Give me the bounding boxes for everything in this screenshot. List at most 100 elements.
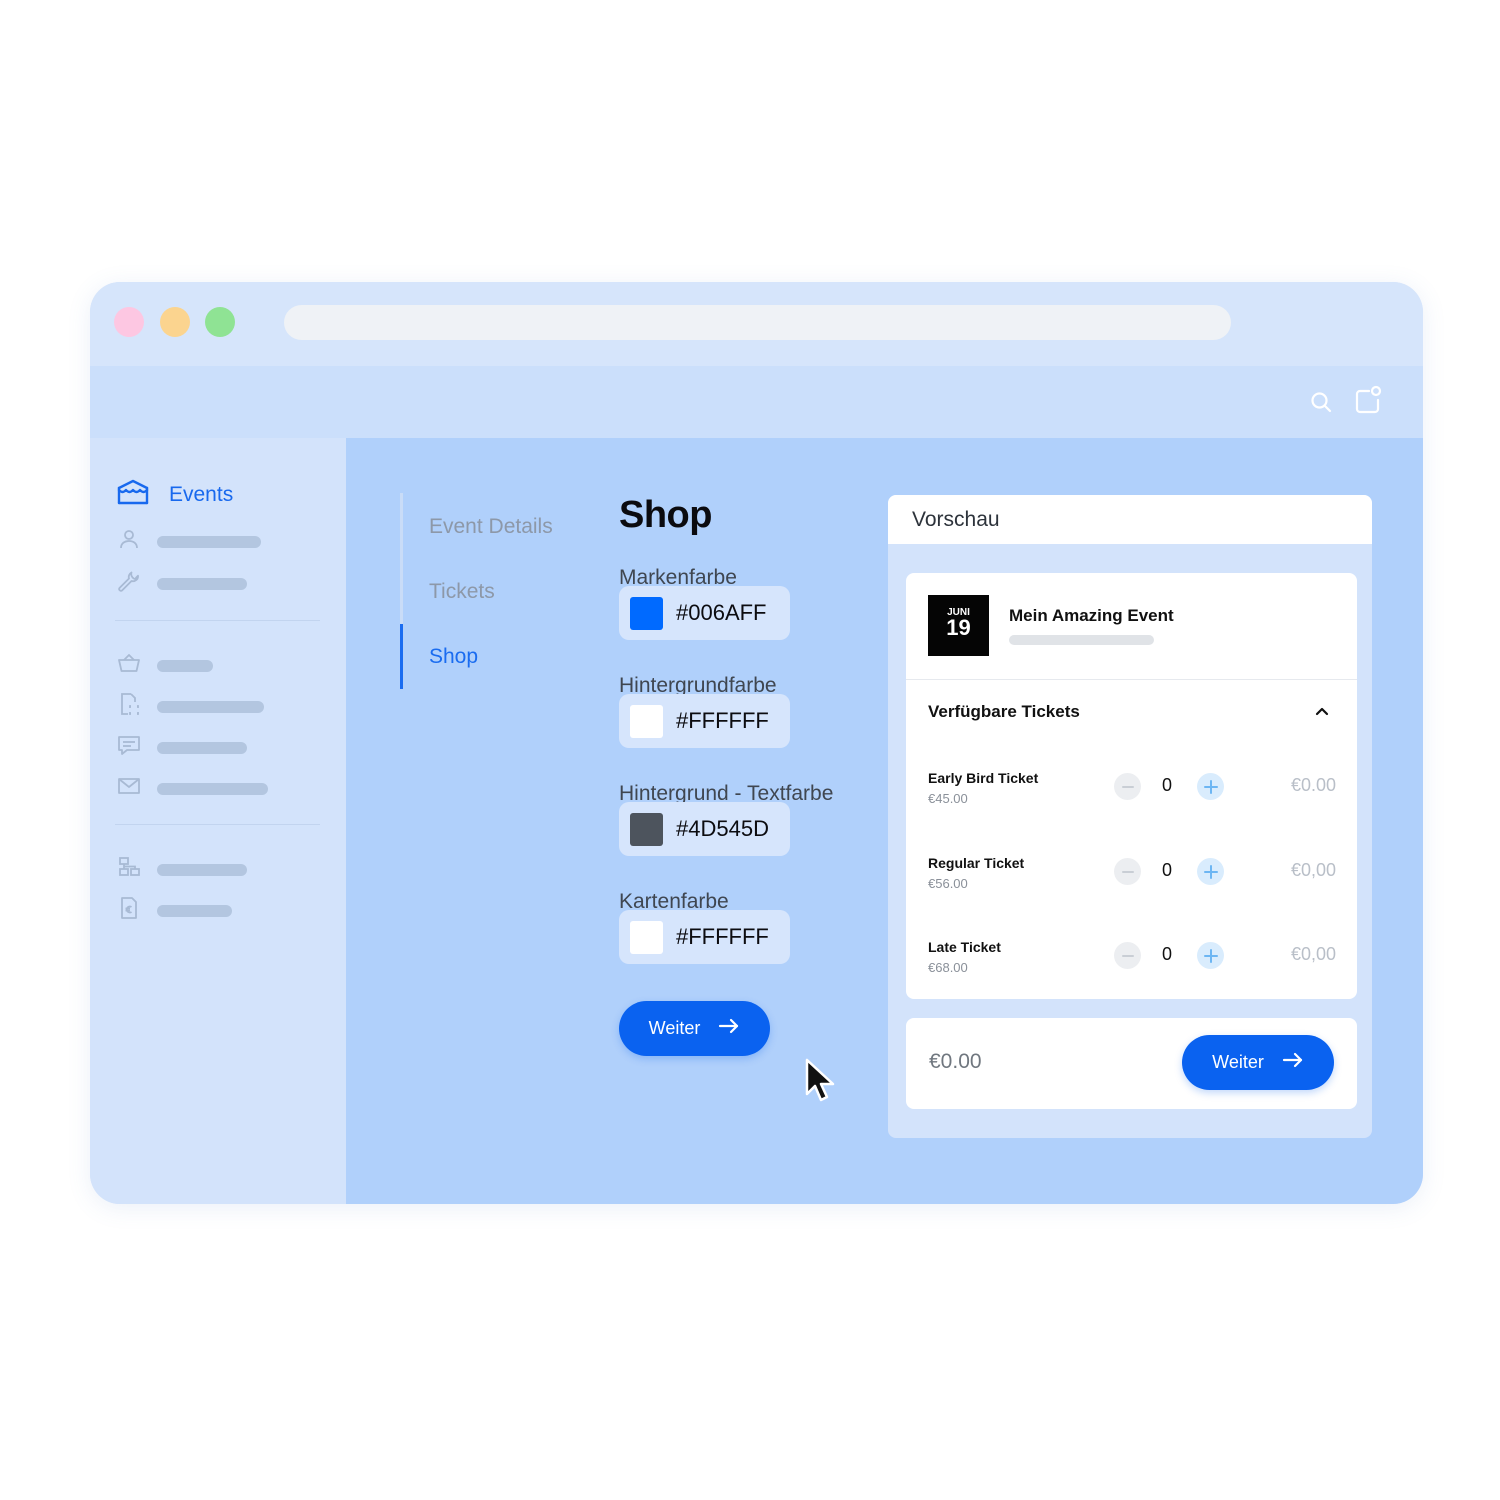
- message-icon: [117, 733, 141, 762]
- increase-quantity-button[interactable]: [1197, 858, 1224, 885]
- step-event-details[interactable]: Event Details: [429, 515, 553, 539]
- checkout-footer: €0.00 Weiter: [906, 1018, 1357, 1109]
- app-header: [90, 366, 1423, 438]
- ticket-row: Early Bird Ticket €45.00 0 €0.00: [928, 770, 1336, 814]
- chevron-up-icon[interactable]: [1314, 703, 1330, 724]
- main-content: Event Details Tickets Shop Shop Markenfa…: [346, 438, 1423, 1204]
- minimize-window-button[interactable]: [160, 307, 190, 337]
- decrease-quantity-button[interactable]: [1114, 773, 1141, 800]
- ticket-price: €68.00: [928, 960, 968, 975]
- mail-icon: [117, 774, 141, 803]
- color-swatch: [630, 920, 663, 954]
- ticket-name: Early Bird Ticket: [928, 770, 1039, 786]
- layout-icon: [117, 855, 141, 884]
- events-icon: [117, 478, 149, 511]
- ticket-row: Late Ticket €68.00 0 €0,00: [928, 939, 1336, 983]
- ticket-quantity[interactable]: 0: [1162, 860, 1172, 881]
- sidebar-item-events[interactable]: Events: [117, 478, 233, 511]
- page-title: Shop: [619, 494, 712, 536]
- search-icon[interactable]: [1307, 388, 1335, 416]
- ticket-name: Regular Ticket: [928, 855, 1025, 871]
- sidebar-item-placeholder: [157, 700, 264, 713]
- sidebar-item-label: Events: [169, 482, 234, 506]
- event-date: JUNI 19: [928, 595, 989, 656]
- preview-title: Vorschau: [912, 508, 1000, 531]
- ticket-quantity[interactable]: 0: [1162, 775, 1172, 796]
- active-step-indicator: [400, 624, 403, 689]
- preview-panel: Vorschau JUNI 19 Mein Amazing Event Verf…: [888, 495, 1372, 1138]
- sidebar-item-messages[interactable]: [117, 733, 247, 762]
- sidebar-item-placeholder: [157, 577, 247, 590]
- next-button-label: Weiter: [1212, 1052, 1264, 1072]
- sidebar-item-placeholder: [157, 863, 247, 876]
- wrench-icon: [117, 569, 141, 598]
- sidebar-divider: [115, 620, 320, 621]
- event-day: 19: [946, 615, 971, 640]
- increase-quantity-button[interactable]: [1197, 942, 1224, 969]
- sidebar-item-layout[interactable]: [117, 855, 247, 884]
- order-total: €0.00: [929, 1050, 982, 1073]
- address-bar[interactable]: [284, 305, 1231, 340]
- sidebar-item-users[interactable]: [117, 527, 261, 556]
- sidebar-item-placeholder: [157, 535, 261, 548]
- event-card: JUNI 19 Mein Amazing Event Verfügbare Ti…: [906, 573, 1357, 999]
- step-tickets[interactable]: Tickets: [429, 580, 495, 604]
- minus-icon: [1121, 954, 1134, 957]
- ticket-price: €56.00: [928, 876, 968, 891]
- plus-icon: [1203, 864, 1218, 879]
- sidebar-item-scan[interactable]: [117, 692, 264, 721]
- card-divider: [906, 679, 1357, 680]
- plus-icon: [1203, 948, 1218, 963]
- sidebar-item-invoices[interactable]: [117, 896, 232, 925]
- notifications-icon[interactable]: [1352, 384, 1384, 416]
- sidebar-item-mail[interactable]: [117, 774, 268, 803]
- arrow-right-icon: [1282, 1052, 1304, 1073]
- arrow-right-icon: [718, 1018, 740, 1039]
- sidebar-item-placeholder: [157, 782, 268, 795]
- color-hex-value: #006AFF: [676, 600, 767, 625]
- step-shop[interactable]: Shop: [429, 645, 478, 669]
- color-hex-value: #FFFFFF: [676, 708, 769, 733]
- sidebar-divider: [115, 824, 320, 825]
- color-swatch: [630, 704, 663, 738]
- browser-titlebar: [90, 282, 1423, 366]
- maximize-window-button[interactable]: [205, 307, 235, 337]
- ticket-price: €45.00: [928, 791, 968, 806]
- sidebar: Events: [90, 438, 346, 1204]
- color-swatch: [630, 596, 663, 630]
- sidebar-item-settings[interactable]: [117, 569, 247, 598]
- sidebar-item-placeholder: [157, 659, 213, 672]
- ticket-total: €0,00: [1290, 860, 1336, 880]
- ticket-quantity[interactable]: 0: [1162, 944, 1172, 965]
- ticket-total: €0,00: [1290, 944, 1336, 964]
- user-icon: [117, 527, 141, 556]
- preview-header: Vorschau: [888, 495, 1372, 544]
- close-window-button[interactable]: [114, 307, 144, 337]
- event-name: Mein Amazing Event: [1009, 606, 1174, 625]
- mouse-cursor-icon: [804, 1058, 838, 1109]
- minus-icon: [1121, 870, 1134, 873]
- increase-quantity-button[interactable]: [1197, 773, 1224, 800]
- decrease-quantity-button[interactable]: [1114, 942, 1141, 969]
- basket-icon: [117, 651, 141, 680]
- card-color-picker[interactable]: #FFFFFF: [619, 910, 790, 964]
- ticket-row: Regular Ticket €56.00 0 €0,00: [928, 855, 1336, 899]
- minus-icon: [1121, 785, 1134, 788]
- preview-next-button[interactable]: Weiter: [1182, 1035, 1334, 1090]
- browser-window: Events Event Details Tickets Shop Shop M…: [90, 282, 1423, 1204]
- color-hex-value: #4D545D: [676, 816, 769, 841]
- background-text-color-picker[interactable]: #4D545D: [619, 802, 790, 856]
- invoice-euro-icon: [117, 896, 141, 925]
- sidebar-item-shop[interactable]: [117, 651, 213, 680]
- next-button[interactable]: Weiter: [619, 1001, 770, 1056]
- brand-color-picker[interactable]: #006AFF: [619, 586, 790, 640]
- background-color-picker[interactable]: #FFFFFF: [619, 694, 790, 748]
- color-swatch: [630, 812, 663, 846]
- decrease-quantity-button[interactable]: [1114, 858, 1141, 885]
- scan-document-icon: [117, 692, 141, 721]
- ticket-name: Late Ticket: [928, 939, 1001, 955]
- plus-icon: [1203, 779, 1218, 794]
- tickets-heading: Verfügbare Tickets: [928, 702, 1080, 721]
- color-hex-value: #FFFFFF: [676, 924, 769, 949]
- step-navigation: Event Details Tickets Shop: [400, 493, 600, 689]
